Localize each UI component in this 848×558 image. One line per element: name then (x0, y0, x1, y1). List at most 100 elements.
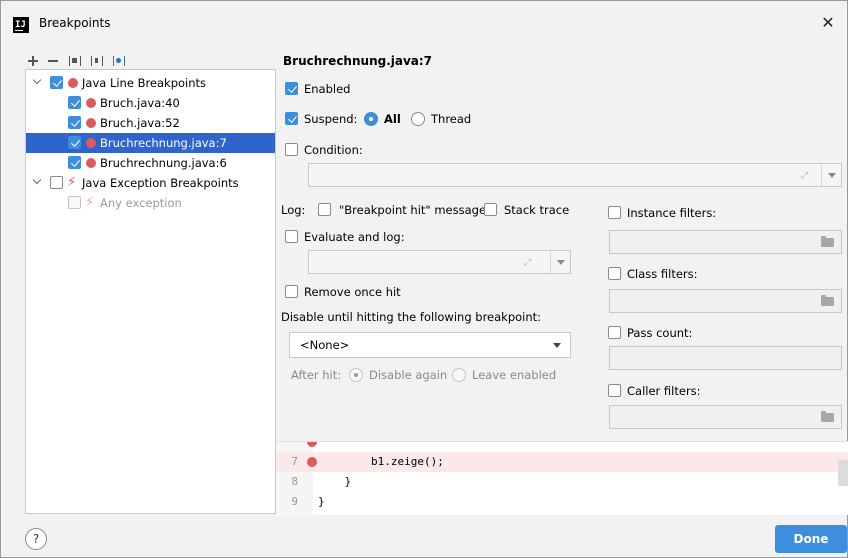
suspend-all-radio[interactable] (364, 112, 378, 126)
code-line-highlighted: 7 b1.zeige(); (276, 452, 848, 472)
breakpoint-title: Bruchrechnung.java:7 (283, 54, 433, 68)
enabled-label: Enabled (304, 82, 351, 96)
breakpoint-dot-icon (68, 78, 78, 88)
disable-until-select[interactable]: <None> (289, 332, 571, 358)
lightning-icon: ⚡ (85, 195, 95, 210)
group-by-file-icon[interactable] (111, 53, 127, 69)
breakpoint-dot-icon (86, 98, 96, 108)
log-label: Log: (281, 203, 306, 217)
stack-trace-checkbox[interactable] (484, 203, 497, 216)
disable-until-value: <None> (300, 338, 350, 352)
chevron-down-icon[interactable] (33, 178, 41, 186)
after-hit-label: After hit: (291, 368, 342, 382)
history-dropdown-arrow[interactable] (550, 251, 570, 273)
folder-icon[interactable] (821, 295, 834, 306)
tree-item[interactable]: Bruch.java:40 (26, 93, 275, 113)
leave-enabled-radio[interactable] (452, 368, 466, 382)
code-line: 8 } (276, 472, 848, 492)
suspend-thread-label: Thread (431, 112, 472, 126)
tree-item[interactable]: Bruchrechnung.java:6 (26, 153, 275, 173)
disable-again-label: Disable again (369, 368, 448, 382)
tree-group-label: Java Exception Breakpoints (82, 176, 239, 190)
code-line: 9 } (276, 492, 848, 512)
class-filters-label: Class filters: (627, 267, 698, 281)
breakpoints-dialog: IJ Breakpoints ✕ Java Line Breakpoints B… (0, 0, 848, 558)
title-bar: IJ Breakpoints ✕ (1, 1, 847, 46)
tree-item-label: Any exception (100, 196, 182, 210)
hit-message-checkbox[interactable] (318, 203, 331, 216)
code-line (276, 442, 848, 452)
evaluate-label: Evaluate and log: (304, 230, 405, 244)
group-by-class-icon[interactable] (89, 53, 105, 69)
tree-group-label: Java Line Breakpoints (82, 76, 207, 90)
tree-item-selected[interactable]: Bruchrechnung.java:7 (26, 133, 275, 153)
pass-count-checkbox[interactable] (608, 326, 621, 339)
remove-icon[interactable] (45, 53, 61, 69)
group-checkbox[interactable] (50, 76, 63, 89)
history-dropdown-arrow[interactable] (821, 164, 841, 186)
code-text: } (318, 495, 325, 508)
suspend-checkbox[interactable] (285, 112, 298, 125)
caller-filters-field[interactable] (609, 405, 842, 429)
breakpoint-dot-icon[interactable] (307, 442, 317, 447)
condition-field[interactable]: ⤢ (308, 163, 842, 187)
folder-icon[interactable] (821, 411, 834, 422)
item-checkbox[interactable] (68, 116, 81, 129)
hit-message-label: "Breakpoint hit" message (339, 203, 487, 217)
tree-item-label: Bruch.java:40 (100, 96, 180, 110)
item-checkbox[interactable] (68, 96, 81, 109)
breakpoint-dot-icon (86, 138, 96, 148)
tree-group-java-line[interactable]: Java Line Breakpoints (26, 73, 275, 93)
item-checkbox[interactable] (68, 136, 81, 149)
item-checkbox[interactable] (68, 156, 81, 169)
suspend-thread-radio[interactable] (411, 112, 425, 126)
stack-trace-label: Stack trace (504, 203, 570, 217)
chevron-down-icon[interactable] (33, 78, 41, 86)
breakpoint-dot-icon (86, 118, 96, 128)
leave-enabled-label: Leave enabled (472, 368, 557, 382)
enabled-checkbox[interactable] (285, 82, 298, 95)
folder-icon[interactable] (821, 236, 834, 247)
class-filters-checkbox[interactable] (608, 267, 621, 280)
scrollbar-thumb[interactable] (838, 460, 848, 486)
class-filters-field[interactable] (609, 289, 842, 313)
condition-label: Condition: (304, 143, 363, 157)
tree-item-label: Bruch.java:52 (100, 116, 180, 130)
evaluate-checkbox[interactable] (285, 230, 298, 243)
close-icon[interactable]: ✕ (815, 10, 841, 36)
line-number: 9 (291, 495, 298, 508)
expand-icon[interactable]: ⤢ (801, 171, 811, 181)
intellij-logo-icon: IJ (13, 17, 29, 33)
condition-checkbox[interactable] (285, 143, 298, 156)
tree-group-java-exception[interactable]: ⚡ Java Exception Breakpoints (26, 173, 275, 193)
tree-item-label: Bruchrechnung.java:7 (100, 136, 227, 150)
disable-again-radio[interactable] (349, 368, 363, 382)
instance-filters-label: Instance filters: (627, 206, 717, 220)
tree-item[interactable]: Bruch.java:52 (26, 113, 275, 133)
remove-once-hit-label: Remove once hit (304, 285, 401, 299)
line-number: 8 (291, 475, 298, 488)
code-preview: 7 b1.zeige(); 8 } 9 } (276, 441, 848, 515)
expand-icon[interactable]: ⤢ (524, 258, 534, 268)
add-icon[interactable] (25, 53, 41, 69)
tree-item[interactable]: ⚡ Any exception (26, 193, 275, 213)
line-number: 7 (291, 455, 298, 468)
window-title: Breakpoints (39, 16, 111, 30)
item-checkbox[interactable] (68, 196, 81, 209)
instance-filters-field[interactable] (609, 230, 842, 254)
help-button[interactable]: ? (25, 528, 47, 550)
group-checkbox[interactable] (50, 176, 63, 189)
group-by-package-icon[interactable] (67, 53, 83, 69)
done-button[interactable]: Done (775, 525, 847, 553)
breakpoint-dot-icon[interactable] (307, 457, 317, 467)
suspend-label: Suspend: (304, 112, 358, 126)
instance-filters-checkbox[interactable] (608, 206, 621, 219)
caller-filters-checkbox[interactable] (608, 384, 621, 397)
breakpoints-tree: Java Line Breakpoints Bruch.java:40 Bruc… (25, 69, 276, 514)
pass-count-field[interactable] (609, 346, 842, 370)
chevron-down-icon (553, 343, 561, 348)
remove-once-hit-checkbox[interactable] (285, 285, 298, 298)
lightning-icon: ⚡ (67, 175, 77, 190)
suspend-all-label: All (384, 112, 401, 126)
evaluate-field[interactable]: ⤢ (308, 250, 571, 274)
